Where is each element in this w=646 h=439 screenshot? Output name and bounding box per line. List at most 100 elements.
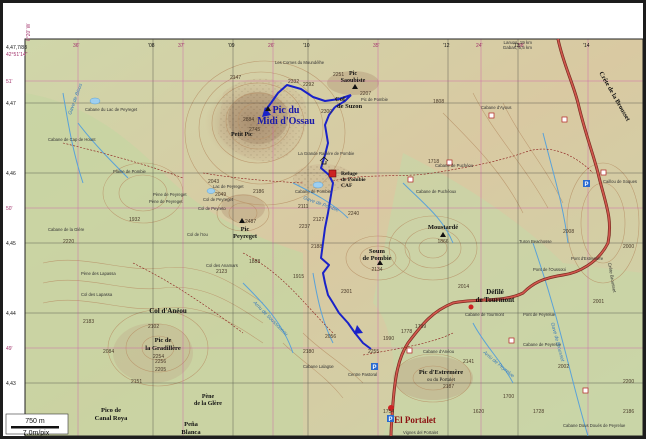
summit-estremere: ou du Portalet xyxy=(427,378,456,383)
place-label: Caillou de Soques xyxy=(603,179,637,184)
cabin-icon xyxy=(508,337,515,344)
corner-latitude: 42°51'14" xyxy=(6,52,28,58)
elevation-label: 1990 xyxy=(383,336,394,342)
place-label: Cabane du Lac de Peyreget xyxy=(85,107,138,112)
place-label: Cabane Lalagüe xyxy=(303,364,334,369)
elevation-label: 2300 xyxy=(321,109,332,115)
elevation-label: 2102 xyxy=(148,324,159,330)
map-canvas: P P P 4,47,7/8842°51'14" 0°20' W 36' '08 37'… xyxy=(3,3,643,436)
topographic-map[interactable]: P P P 4,47,7/88 42°51'14" 0°20' W 36' '08 37'… xyxy=(3,3,643,436)
place-label: Col de l'Iou xyxy=(187,232,208,237)
elevation-label: 1888 xyxy=(249,259,260,265)
elevation-label: 1932 xyxy=(129,217,140,223)
elevation-label: 2141 xyxy=(463,359,474,365)
defile-tourmont: Défilé xyxy=(486,288,504,296)
edge-tick-left: 4,47 xyxy=(6,101,16,107)
cabin-icon xyxy=(582,387,589,394)
cabin-icon xyxy=(407,176,414,183)
corner-coordinate: 4,47,7/88 xyxy=(6,45,27,51)
place-label: Cabane Dous Doués de Peyrelue xyxy=(563,423,626,428)
summit-glere: Pène xyxy=(202,394,215,400)
elevation-label: 1700 xyxy=(503,394,514,400)
col-suzon: Col xyxy=(335,96,345,103)
elevation-label: 2147 xyxy=(230,75,241,81)
summit-moustarde-elev: 1866 xyxy=(437,239,448,245)
elevation-label: 2200 xyxy=(623,379,634,385)
edge-tick-left: 51' xyxy=(6,79,13,85)
col-aneou: Col d'Anéou xyxy=(149,307,187,315)
cabin-icon xyxy=(488,112,495,119)
place-label: Vignes del Portalet xyxy=(403,430,439,435)
elevation-label: 2188 xyxy=(311,244,322,250)
summit-soum-pombie-elev: 2134 xyxy=(371,267,382,273)
summit-canal-roya: Canal Roya xyxy=(95,415,128,422)
edge-tick-top: '12 xyxy=(443,43,450,49)
summit-moustarde: Moustardé xyxy=(428,224,458,231)
edge-tick-top: 24' xyxy=(476,43,483,49)
edge-tick-top: '09 xyxy=(228,43,235,49)
scale-resolution: 7.0m/pix xyxy=(23,430,50,436)
elevation-label: 1799 xyxy=(415,324,426,330)
summit-pena-blanca: Peña xyxy=(184,421,198,428)
col-suzon: de Suzon xyxy=(337,103,362,110)
place-label: Pène de Peyreget xyxy=(153,192,187,197)
elevation-label: 1754 xyxy=(383,409,394,415)
edge-tick-left: 50' xyxy=(6,206,13,212)
place-label: Col de Peyreto xyxy=(198,206,226,211)
svg-text:P: P xyxy=(389,417,393,423)
summit-midi-ossau: Midi d'Ossau xyxy=(257,116,315,127)
place-label: Pont de Peyrelue xyxy=(523,312,556,317)
elevation-label: 2014 xyxy=(458,284,469,290)
edge-tick-left: 4,46 xyxy=(6,171,16,177)
defile-tourmont: de Tourmont xyxy=(476,296,515,304)
elevation-label: 2240 xyxy=(348,211,359,217)
summit-gradillere: la Gradillère xyxy=(145,345,181,352)
place-label: Les Cornes du Moundélhe xyxy=(275,60,325,65)
place-label: Col des Anamars xyxy=(206,263,238,268)
summit-midi-ossau: Pic du xyxy=(273,105,300,116)
elevation-label: 2237 xyxy=(299,224,310,230)
lake-bious xyxy=(89,97,101,105)
summit-gradillere: Pic de xyxy=(155,337,172,344)
place-label: Cabane d'Anéou xyxy=(423,349,455,354)
refuge-icon[interactable] xyxy=(328,169,337,178)
elevation-label: 2084 xyxy=(103,349,114,355)
place-label: Col des Lapassa xyxy=(81,292,113,297)
elevation-label: 1620 xyxy=(473,409,484,415)
edge-tick-top: '08 xyxy=(148,43,155,49)
border-marker-icon xyxy=(468,304,474,310)
summit-canal-roya: Pico de xyxy=(101,407,121,414)
elevation-label: 2008 xyxy=(563,229,574,235)
summit-glere: de la Glère xyxy=(194,401,222,407)
place-label: Cabane de Puchéoux xyxy=(416,189,457,194)
place-label: Cabane de la Glère xyxy=(48,227,85,232)
refuge-pombie-label: CAF xyxy=(341,183,353,189)
place-label: Pic de Pombie xyxy=(361,97,389,102)
edge-tick-left: 4,44 xyxy=(6,311,16,317)
elevation-label: 2745 xyxy=(249,127,260,133)
scale-bar-line xyxy=(11,426,59,429)
elevation-label: 2292 xyxy=(303,82,314,88)
summit-peyreget: Peyreget xyxy=(233,233,258,240)
elevation-label: 2220 xyxy=(63,239,74,245)
edge-tick-left: 4,43 xyxy=(6,381,16,387)
elevation-label: 2251 xyxy=(333,72,344,78)
elevation-label: 2056 xyxy=(325,334,336,340)
summit-soum-pombie: Soum xyxy=(369,248,385,255)
place-label: Plaine de Pombie xyxy=(113,169,146,174)
summit-saoubiste: Saoubiste xyxy=(341,78,366,84)
place-label: Pène de Peyreget xyxy=(149,199,183,204)
lake-pombie xyxy=(312,181,324,189)
place-label: Cabane d'Ayous xyxy=(481,105,512,110)
elevation-label: 2186 xyxy=(253,189,264,195)
summit-estremere: Pic d'Estremère xyxy=(419,369,463,376)
elevation-label: 2002 xyxy=(558,364,569,370)
cabin-icon xyxy=(561,116,568,123)
edge-tick-top: 35' xyxy=(373,43,380,49)
elevation-label: 2255 xyxy=(368,349,379,355)
edge-tick-top: '10 xyxy=(303,43,310,49)
place-label: Pont d'Estremère xyxy=(571,256,604,261)
elevation-label: 1915 xyxy=(293,274,304,280)
elevation-label: 2186 xyxy=(623,409,634,415)
elevation-label: 2187 xyxy=(443,384,454,390)
